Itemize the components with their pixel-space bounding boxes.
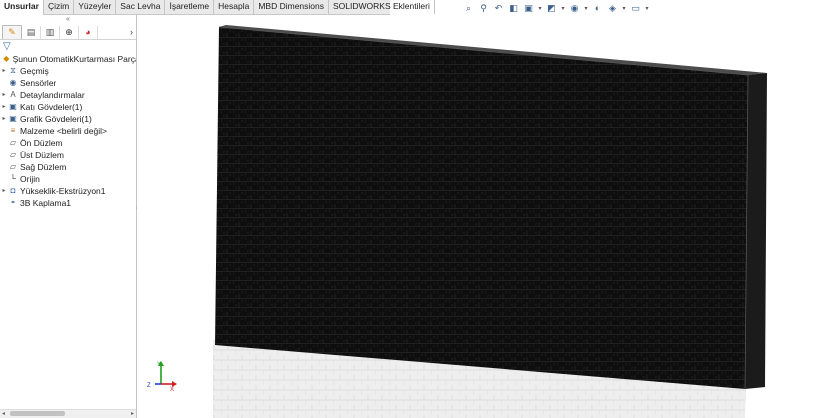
tree-item[interactable]: └ Orijin [0,173,136,185]
chevron-down-icon[interactable]: ▾ [560,2,566,15]
view-settings-icon[interactable]: ▭ [629,2,642,15]
tree-item-label: Yükseklik-Ekstrüzyon1 [20,186,106,196]
tab-0[interactable]: Unsurlar [0,0,44,15]
tree-item[interactable]: ▸ A Detaylandırmalar [0,89,136,101]
tree-item[interactable]: ◓ 3B Kaplama1 [0,197,136,209]
expand-arrow-icon[interactable]: ▸ [0,89,8,101]
tab-7[interactable]: SOLIDWORKS Eklentileri [329,0,435,14]
model-side-face [745,73,767,389]
property-manager-icon[interactable]: ▤ [22,25,41,39]
filter-icon[interactable]: ▽ [0,40,136,53]
plane-icon: ▱ [9,162,17,171]
tree-item[interactable]: ▸ ⧖ Geçmiş [0,65,136,77]
tree-item-label: Detaylandırmalar [20,90,85,100]
plane-icon: ▱ [9,138,17,147]
tree-item-label: Ön Düzlem [20,138,63,148]
hide-show-icon[interactable]: ◉ [568,2,581,15]
annotations-icon: A [10,90,16,99]
tree-item-label: Geçmiş [20,66,49,76]
expand-arrow-icon[interactable]: ▸ [0,65,8,77]
chevron-down-icon[interactable]: ▾ [537,2,543,15]
expand-arrow-icon[interactable]: ▸ [0,101,8,113]
scroll-right-icon[interactable]: ▸ [131,410,134,418]
tree-item[interactable]: ▸ ▣ Katı Gövdeler(1) [0,101,136,113]
scene-icon[interactable]: ◈ [606,2,619,15]
tree-item-label: Malzeme <belirli değil> [20,126,107,136]
feature-manager-panel: « ✎ ▤ ▥ ⊕ ◕ › ▽ ◆ Şunun OtomatikKurtarma… [0,15,137,418]
zoom-fit-icon[interactable]: ⌕ [462,2,475,15]
feature-tree: ◆ Şunun OtomatikKurtarması Parça1 (V ▸⧖G… [0,53,136,209]
tree-item-label: Katı Gövdeler(1) [20,102,83,112]
triad-y-label: Y [157,362,161,368]
heads-up-view-toolbar: ⌕ ⚲ ↶ ◧ ▣ ▾ ◩ ▾ ◉ ▾ ◐ ◈ ▾ ▭ ▾ [462,1,650,15]
horizontal-scrollbar[interactable]: ◂ ▸ [0,409,136,418]
material-icon: ≡ [10,126,16,135]
reference-triad: Y Z X [147,361,177,392]
tab-5[interactable]: Hesapla [214,0,255,14]
tree-item[interactable]: ◉ Sensörler [0,77,136,89]
3d-texture-icon: ◓ [10,198,16,207]
triad-x-label: X [170,387,174,392]
tab-3[interactable]: Sac Levha [116,0,166,14]
solid-bodies-icon: ▣ [9,102,17,111]
chevron-down-icon[interactable]: ▾ [621,2,627,15]
dimxpert-icon[interactable]: ⊕ [60,25,79,39]
tree-item-label: Sağ Düzlem [20,162,67,172]
command-manager-tabs: Unsurlar Çizim Yüzeyler Sac Levha İşaretleme… [0,0,435,15]
tree-item-label: Orijin [20,174,40,184]
edit-appearance-icon[interactable]: ◐ [591,2,604,15]
tree-item[interactable]: ▸ ▣ Grafik Gövdeleri(1) [0,113,136,125]
part-icon: ◆ [3,54,10,63]
tab-2[interactable]: Yüzeyler [74,0,117,14]
tree-item-label: Sensörler [20,78,57,88]
expand-arrow-icon[interactable]: ▸ [0,113,8,125]
tree-root-part[interactable]: ◆ Şunun OtomatikKurtarması Parça1 (V [0,53,136,65]
tree-item[interactable]: ≡ Malzeme <belirli değil> [0,125,136,137]
graphics-viewport[interactable]: Y Z X [137,15,816,418]
display-manager-icon[interactable]: ◕ [79,25,98,39]
tree-item[interactable]: ▱ Ön Düzlem [0,137,136,149]
tree-item[interactable]: ▸ ◘ Yükseklik-Ekstrüzyon1 [0,185,136,197]
tree-item[interactable]: ▱ Sağ Düzlem [0,161,136,173]
tab-4[interactable]: İşaretleme [165,0,215,14]
plane-icon: ▱ [9,150,17,159]
more-tabs-button[interactable]: › [130,27,133,37]
model-front-face [215,27,748,389]
scroll-left-icon[interactable]: ◂ [2,410,5,418]
configuration-manager-icon[interactable]: ▥ [41,25,60,39]
section-view-icon[interactable]: ◧ [507,2,520,15]
expand-arrow-icon[interactable]: ▸ [0,185,8,197]
origin-icon: └ [10,174,16,183]
view-orientation-icon[interactable]: ▣ [522,2,535,15]
tab-6[interactable]: MBD Dimensions [254,0,329,14]
scrollbar-thumb[interactable] [10,411,65,416]
tree-item-label: Grafik Gövdeleri(1) [20,114,92,124]
tree-item-label: 3B Kaplama1 [20,198,72,208]
extrude-icon: ◘ [10,186,16,195]
triad-z-label: Z [147,383,151,389]
manager-tabs: ✎ ▤ ▥ ⊕ ◕ › [0,25,136,40]
display-style-icon[interactable]: ◩ [545,2,558,15]
previous-view-icon[interactable]: ↶ [492,2,505,15]
tree-item[interactable]: ▱ Üst Düzlem [0,149,136,161]
zoom-area-icon[interactable]: ⚲ [477,2,490,15]
model-view [213,25,767,418]
tab-1[interactable]: Çizim [44,0,75,14]
graphics-bodies-icon: ▣ [9,114,17,123]
tree-item-label: Üst Düzlem [20,150,64,160]
chevron-down-icon[interactable]: ▾ [644,2,650,15]
collapse-panel-button[interactable]: « [0,15,136,25]
chevron-down-icon[interactable]: ▾ [583,2,589,15]
sensors-icon: ◉ [9,78,17,87]
tree-root-label: Şunun OtomatikKurtarması Parça1 (V [12,54,136,64]
history-icon: ⧖ [10,66,16,75]
feature-manager-icon[interactable]: ✎ [2,25,22,39]
